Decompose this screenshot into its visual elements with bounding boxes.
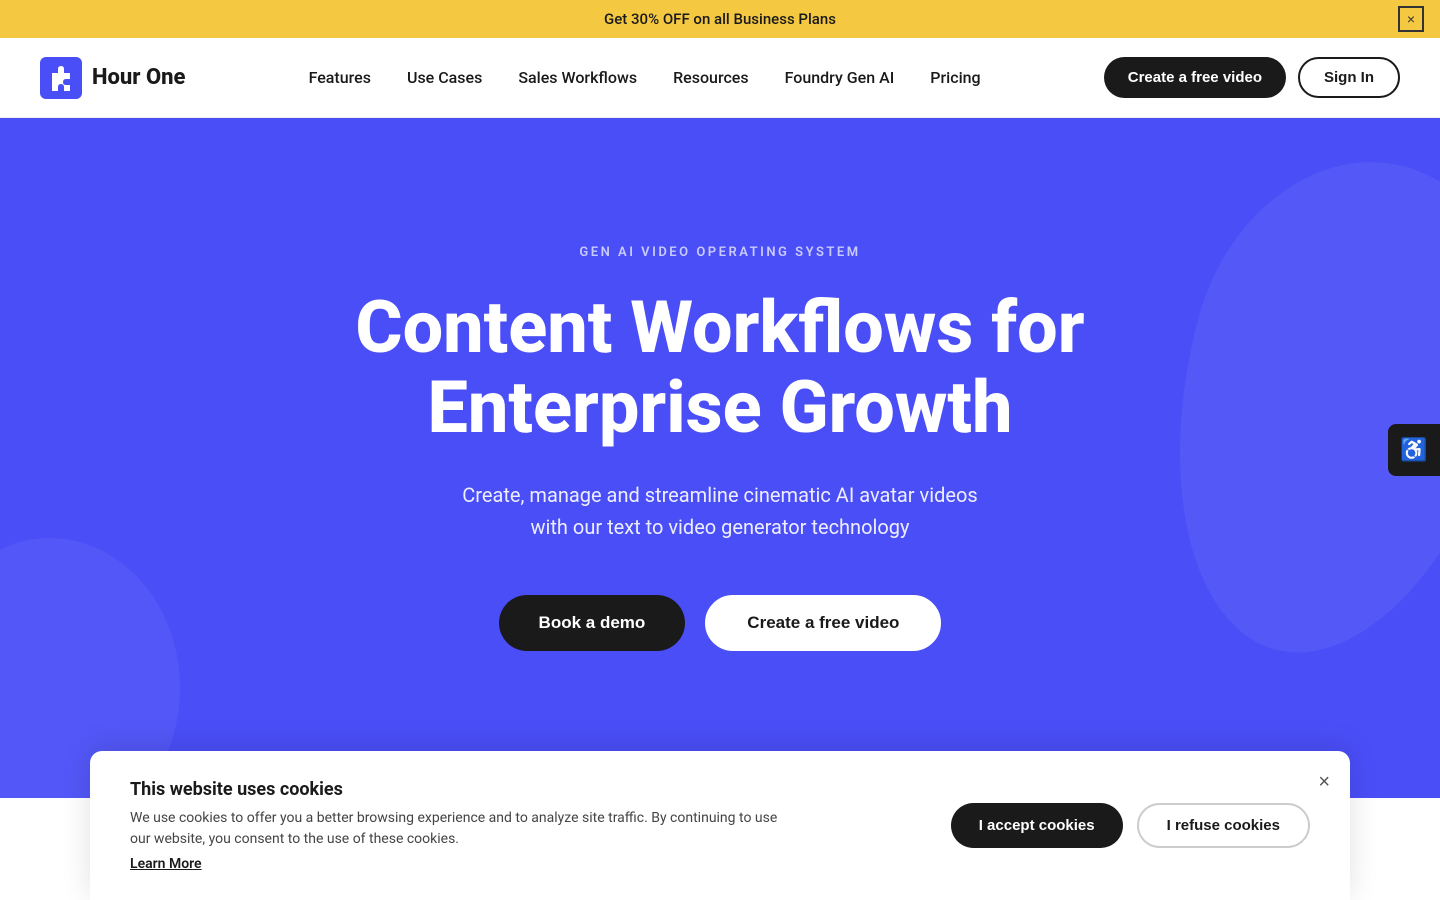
logo-icon bbox=[40, 57, 82, 99]
nav-create-free-video-button[interactable]: Create a free video bbox=[1104, 57, 1286, 98]
hero-tag: GEN AI VIDEO OPERATING SYSTEM bbox=[579, 245, 860, 260]
book-demo-button[interactable]: Book a demo bbox=[499, 595, 686, 651]
nav-item-features[interactable]: Features bbox=[309, 68, 371, 87]
cookie-learn-more-link[interactable]: Learn More bbox=[130, 856, 202, 872]
logo[interactable]: Hour One bbox=[40, 57, 185, 99]
accessibility-button[interactable]: ♿ bbox=[1388, 424, 1440, 476]
hero-subtitle: Create, manage and streamline cinematic … bbox=[462, 479, 977, 543]
nav-item-foundry-gen-ai[interactable]: Foundry Gen AI bbox=[785, 68, 895, 87]
nav-item-sales-workflows[interactable]: Sales Workflows bbox=[518, 68, 637, 87]
hero-title: Content Workflows for Enterprise Growth bbox=[355, 288, 1084, 446]
nav-sign-in-button[interactable]: Sign In bbox=[1298, 57, 1400, 98]
create-free-video-button[interactable]: Create a free video bbox=[705, 595, 941, 651]
hero-subtitle-line2: with our text to video generator technol… bbox=[531, 515, 910, 539]
hero-title-line2: Enterprise Growth bbox=[427, 365, 1012, 450]
hero-subtitle-line1: Create, manage and streamline cinematic … bbox=[462, 483, 977, 507]
cookie-actions: I accept cookies I refuse cookies bbox=[951, 803, 1310, 848]
cookie-text-area: This website uses cookies We use cookies… bbox=[130, 779, 911, 872]
nav-links: Features Use Cases Sales Workflows Resou… bbox=[309, 68, 981, 87]
cookie-title: This website uses cookies bbox=[130, 779, 911, 800]
logo-text: Hour One bbox=[92, 65, 185, 90]
hero-buttons: Book a demo Create a free video bbox=[499, 595, 942, 651]
hero-title-line1: Content Workflows for bbox=[355, 285, 1084, 370]
cookie-close-button[interactable]: × bbox=[1318, 771, 1330, 794]
navbar: Hour One Features Use Cases Sales Workfl… bbox=[0, 38, 1440, 118]
nav-item-use-cases[interactable]: Use Cases bbox=[407, 68, 482, 87]
hero-section: GEN AI VIDEO OPERATING SYSTEM Content Wo… bbox=[0, 118, 1440, 798]
announcement-close-button[interactable]: × bbox=[1398, 6, 1424, 32]
nav-item-resources[interactable]: Resources bbox=[673, 68, 749, 87]
accessibility-icon: ♿ bbox=[1400, 438, 1427, 463]
nav-item-pricing[interactable]: Pricing bbox=[930, 68, 980, 87]
announcement-text: Get 30% OFF on all Business Plans bbox=[604, 10, 836, 28]
announcement-bar: Get 30% OFF on all Business Plans × bbox=[0, 0, 1440, 38]
refuse-cookies-button[interactable]: I refuse cookies bbox=[1137, 803, 1310, 848]
accept-cookies-button[interactable]: I accept cookies bbox=[951, 803, 1123, 848]
nav-actions: Create a free video Sign In bbox=[1104, 57, 1400, 98]
cookie-description: We use cookies to offer you a better bro… bbox=[130, 808, 790, 850]
cookie-banner: × This website uses cookies We use cooki… bbox=[90, 751, 1350, 900]
